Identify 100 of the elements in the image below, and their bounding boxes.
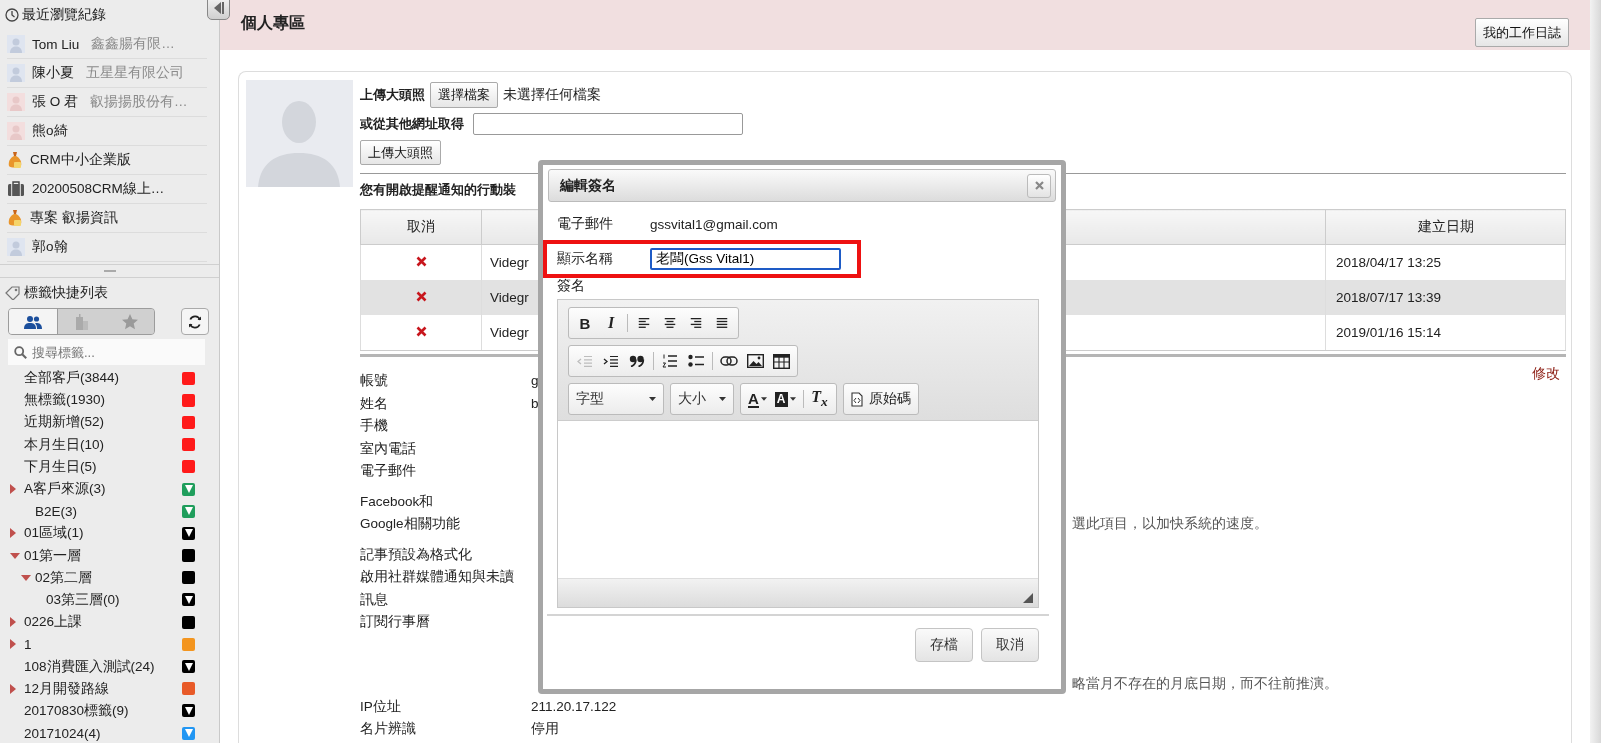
recent-item[interactable]: CRM中小企業版 (7, 146, 207, 175)
outdent-icon (577, 354, 593, 368)
resize-grip-icon[interactable] (1023, 593, 1033, 603)
delete-icon[interactable] (415, 256, 427, 267)
caret-icon (719, 397, 726, 401)
dialog-button[interactable]: 存檔 (915, 628, 973, 662)
tag-item[interactable]: 03第三層(0) (46, 590, 182, 609)
field-label: 電子郵件 (557, 215, 614, 233)
field-label: 上傳大頭照 (360, 85, 425, 104)
refresh-button[interactable] (181, 308, 209, 335)
tag-item[interactable]: 20170830標籤(9) (24, 701, 182, 720)
field-label: 或從其他網址取得 (360, 114, 464, 133)
delete-icon[interactable] (415, 326, 427, 337)
tag-item[interactable]: 20171024(4) (24, 725, 182, 741)
dialog-button[interactable]: 取消 (981, 628, 1039, 662)
quote-icon (629, 355, 645, 367)
tag-item[interactable]: 12月開發路線 (24, 679, 182, 698)
tag-item[interactable]: 本月生日(10) (24, 435, 182, 454)
recent-item[interactable]: Tom Liu 鑫鑫腸有限… (7, 30, 207, 59)
tag-item[interactable]: 無標籤(1930) (24, 391, 182, 410)
tag-item[interactable]: 全部客戶(3844) (24, 369, 182, 388)
field-label: IP位址 (360, 697, 402, 716)
recent-item[interactable]: 郭o翰 (7, 233, 207, 262)
refresh-icon (188, 314, 202, 329)
field-value: 停用 (531, 720, 559, 738)
recent-item[interactable]: 陳小夏 五星星有限公司 (7, 59, 207, 88)
display-name-field[interactable]: 老闆(Gss Vital1) (650, 248, 841, 270)
column-header: 建立日期 (1325, 209, 1566, 245)
tag-item[interactable]: 02第二層 (35, 568, 182, 587)
close-icon (1034, 181, 1044, 190)
remove-format-button[interactable]: T$_{x}$ (806, 387, 833, 411)
field-label: 簽名 (557, 278, 586, 295)
tag-item[interactable]: 108消費匯入測試(24) (24, 657, 182, 676)
briefcase-icon (7, 181, 25, 197)
numbered-list-icon (662, 354, 678, 368)
field-label: 電子郵件 (360, 462, 417, 480)
field-value: gssvital1@gmail.com (650, 216, 778, 232)
tag-item[interactable]: 01區域(1) (24, 524, 182, 543)
field-label: 手機 (360, 417, 389, 435)
avatar-placeholder-icon (246, 80, 353, 187)
table-cell: 2018/04/17 13:25 (1336, 255, 1442, 270)
filter-tab[interactable] (9, 309, 58, 334)
tag-item[interactable]: A客戶來源(3) (24, 480, 182, 499)
file-status: 未選擇任何檔案 (503, 85, 601, 104)
url-field[interactable] (473, 112, 743, 135)
search-field[interactable]: 搜尋標籤... (8, 339, 205, 365)
column-header: 取消 (360, 209, 482, 245)
expand-arrow-icon[interactable] (10, 617, 16, 628)
collapse-icon (213, 2, 224, 14)
expand-arrow-icon[interactable] (10, 484, 16, 495)
work-log-button[interactable]: 我的工作日誌 (1475, 18, 1569, 47)
field-label: 啟用社群媒體通知與未讀訊息 (360, 568, 515, 609)
dropdown[interactable]: 字型 (572, 387, 660, 411)
expand-arrow-icon[interactable] (10, 639, 16, 650)
devices-caption: 您有開啟提醒通知的行動裝 (360, 181, 516, 199)
field-value: 211.20.17.122 (531, 697, 617, 716)
recent-item[interactable]: 張 O 君 叡揚揚股份有… (7, 88, 207, 117)
table-cell: Videgr (490, 255, 529, 270)
bold-button[interactable]: B (572, 311, 598, 335)
caret-icon (649, 397, 656, 401)
tag-item[interactable]: 0226上課 (24, 613, 182, 632)
field-label: Facebook和 Google相關功能 (360, 492, 461, 533)
field-label: 顯示名稱 (557, 250, 614, 268)
tag-item[interactable]: 01第一層 (24, 546, 182, 565)
expand-arrow-icon[interactable] (21, 574, 31, 581)
delete-icon[interactable] (415, 291, 427, 302)
expand-arrow-icon[interactable] (10, 683, 16, 694)
choose-file-button[interactable]: 選擇檔案 (430, 81, 498, 108)
field-label: 姓名 (360, 394, 389, 413)
tag-icon (5, 286, 21, 300)
collapse-button[interactable] (207, 0, 230, 20)
italic-button[interactable]: I (598, 311, 624, 335)
table-icon (772, 353, 790, 369)
background-color-button[interactable]: A (770, 387, 800, 411)
person-icon (7, 93, 25, 111)
table-cell: 2019/01/16 15:14 (1336, 325, 1442, 340)
dropdown[interactable]: 大小 (674, 387, 730, 411)
source-button[interactable]: 原始碼 (846, 387, 915, 411)
recent-item[interactable]: 專案 叡揚資訊 (7, 204, 207, 233)
dialog-title: 編輯簽名 (560, 176, 616, 195)
text-color-button[interactable]: A (744, 387, 771, 411)
recent-item[interactable]: 熊o綺 (7, 117, 207, 146)
upload-button[interactable]: 上傳大頭照 (360, 140, 441, 165)
tag-item[interactable]: 下月生日(5) (24, 457, 182, 476)
source-code-icon (850, 391, 863, 407)
table-cell: 2018/07/17 13:39 (1336, 290, 1442, 305)
expand-arrow-icon[interactable] (10, 552, 20, 559)
field-label: 名片辨識 (360, 720, 417, 738)
recent-item[interactable]: 20200508CRM線上… (7, 175, 207, 204)
close-button[interactable] (1027, 173, 1051, 198)
tag-item[interactable]: 1 (24, 636, 182, 652)
person-icon (7, 64, 25, 82)
tag-item[interactable]: 近期新增(52) (24, 413, 182, 432)
edit-link[interactable]: 修改 (1532, 365, 1560, 383)
field-label: 帳號 (360, 372, 389, 390)
expand-arrow-icon[interactable] (10, 528, 16, 539)
tag-item[interactable]: B2E(3) (35, 503, 182, 519)
search-icon (14, 346, 27, 359)
people-icon (24, 314, 42, 329)
align-lines-icon (663, 317, 677, 329)
